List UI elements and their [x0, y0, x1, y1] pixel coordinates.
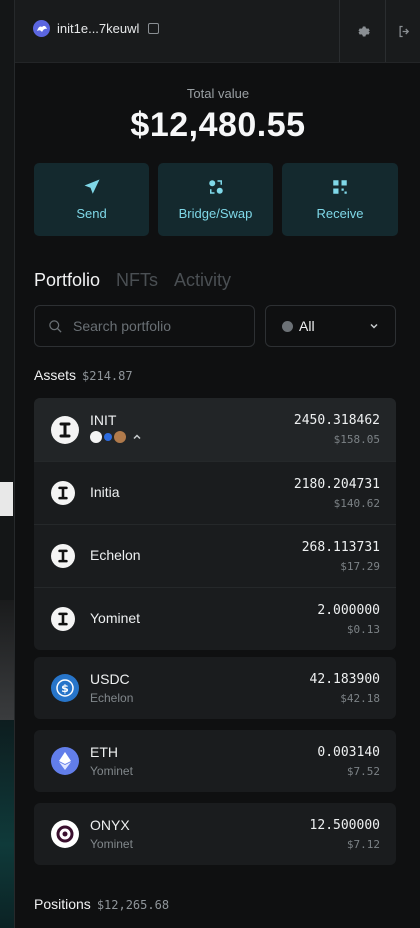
asset-row-onyx[interactable]: ONYX Yominet 12.500000 $7.12: [34, 803, 396, 865]
bridge-swap-label: Bridge/Swap: [178, 206, 253, 221]
positions-title: Positions: [34, 896, 91, 912]
wallet-address-button[interactable]: init1e...7keuwl: [33, 20, 160, 37]
asset-usd-value: $42.18: [340, 692, 380, 705]
asset-usd-value: $0.13: [346, 623, 380, 636]
asset-name: USDC: [90, 671, 130, 687]
asset-amount: 2180.204731: [293, 477, 380, 492]
yominet-token-icon: [51, 607, 75, 631]
asset-name: ETH: [90, 744, 118, 760]
tab-nfts[interactable]: NFTs: [116, 270, 158, 291]
gear-icon: [358, 26, 370, 36]
tab-portfolio[interactable]: Portfolio: [34, 270, 100, 291]
asset-usd-value: $7.12: [346, 838, 380, 851]
asset-group-init: INIT 2450.318462 $158.05 Initia 2180.204…: [34, 398, 396, 650]
assets-title: Assets: [34, 367, 77, 383]
send-button[interactable]: Send: [34, 163, 149, 236]
send-icon: [84, 179, 99, 194]
search-placeholder: Search portfolio: [73, 318, 172, 334]
asset-name: ONYX: [90, 817, 130, 833]
eth-token-icon: [51, 747, 79, 775]
background-fragment: [0, 600, 14, 720]
asset-row-eth[interactable]: ETH Yominet 0.003140 $7.52: [34, 730, 396, 792]
asset-usd-value: $7.52: [346, 765, 380, 778]
positions-total: $12,265.68: [96, 898, 170, 912]
asset-amount: 268.113731: [301, 540, 380, 555]
portfolio-tabs: Portfolio NFTs Activity: [34, 270, 231, 291]
chain-chips: [90, 431, 142, 443]
search-icon: [49, 319, 62, 333]
total-value: $12,480.55: [130, 106, 306, 144]
avatar: [33, 20, 50, 37]
top-bar: init1e...7keuwl: [15, 0, 420, 63]
bridge-swap-button[interactable]: Bridge/Swap: [158, 163, 273, 236]
asset-name: Initia: [90, 484, 120, 500]
background-app: [0, 0, 14, 928]
chevron-down-icon: [370, 323, 378, 329]
echelon-chain-icon: [104, 433, 112, 441]
asset-row-echelon: Echelon 268.113731 $17.29: [34, 524, 396, 587]
background-fragment: [0, 720, 14, 928]
filter-icon: [282, 320, 293, 332]
action-buttons: Send Bridge/Swap Receive: [34, 163, 398, 236]
logout-icon: [399, 25, 409, 37]
background-fragment: [0, 120, 14, 150]
initia-token-icon: [51, 481, 75, 505]
asset-chain: Yominet: [90, 764, 133, 778]
asset-name: Echelon: [90, 547, 141, 563]
qr-code-icon: [333, 180, 347, 194]
assets-heading: Assets $214.87: [34, 367, 133, 383]
assets-total: $214.87: [82, 369, 133, 383]
asset-row-init[interactable]: INIT 2450.318462 $158.05: [34, 398, 396, 461]
asset-amount: 2450.318462: [293, 413, 380, 428]
wallet-panel: init1e...7keuwl Total value $12,480.55 S…: [14, 0, 420, 928]
chain-filter-select[interactable]: All: [265, 305, 396, 347]
send-label: Send: [76, 206, 107, 221]
bridge-swap-icon: [208, 180, 223, 194]
logout-button[interactable]: [385, 0, 420, 62]
wallet-address: init1e...7keuwl: [57, 21, 140, 36]
asset-amount: 42.183900: [309, 672, 380, 687]
asset-amount: 0.003140: [317, 745, 380, 760]
copy-icon[interactable]: [148, 23, 160, 34]
asset-usd-value: $140.62: [333, 497, 380, 510]
receive-button[interactable]: Receive: [282, 163, 398, 236]
usdc-token-icon: $: [51, 674, 79, 702]
asset-name: Yominet: [90, 610, 141, 626]
positions-heading: Positions $12,265.68: [34, 896, 169, 912]
onyx-token-icon: [51, 820, 79, 848]
filter-value: All: [299, 318, 315, 334]
asset-name: INIT: [90, 412, 117, 428]
initia-chain-icon: [90, 431, 102, 443]
yominet-chain-icon: [114, 431, 126, 443]
svg-text:$: $: [61, 682, 69, 695]
asset-row-initia: Initia 2180.204731 $140.62: [34, 461, 396, 524]
asset-usd-value: $17.29: [340, 560, 380, 573]
receive-label: Receive: [316, 206, 364, 221]
total-value-label: Total value: [186, 86, 250, 101]
background-fragment: [0, 482, 13, 516]
init-token-icon: [51, 415, 79, 444]
chevron-up-icon[interactable]: [132, 432, 142, 442]
settings-button[interactable]: [339, 0, 386, 62]
tab-activity[interactable]: Activity: [174, 270, 231, 291]
asset-usd-value: $158.05: [333, 433, 380, 446]
asset-amount: 2.000000: [317, 603, 380, 618]
asset-row-usdc[interactable]: $ USDC Echelon 42.183900 $42.18: [34, 657, 396, 719]
asset-chain: Yominet: [90, 837, 133, 851]
echelon-token-icon: [51, 544, 75, 568]
asset-amount: 12.500000: [309, 818, 380, 833]
asset-row-yominet: Yominet 2.000000 $0.13: [34, 587, 396, 650]
search-input[interactable]: Search portfolio: [34, 305, 255, 347]
asset-chain: Echelon: [90, 691, 134, 705]
